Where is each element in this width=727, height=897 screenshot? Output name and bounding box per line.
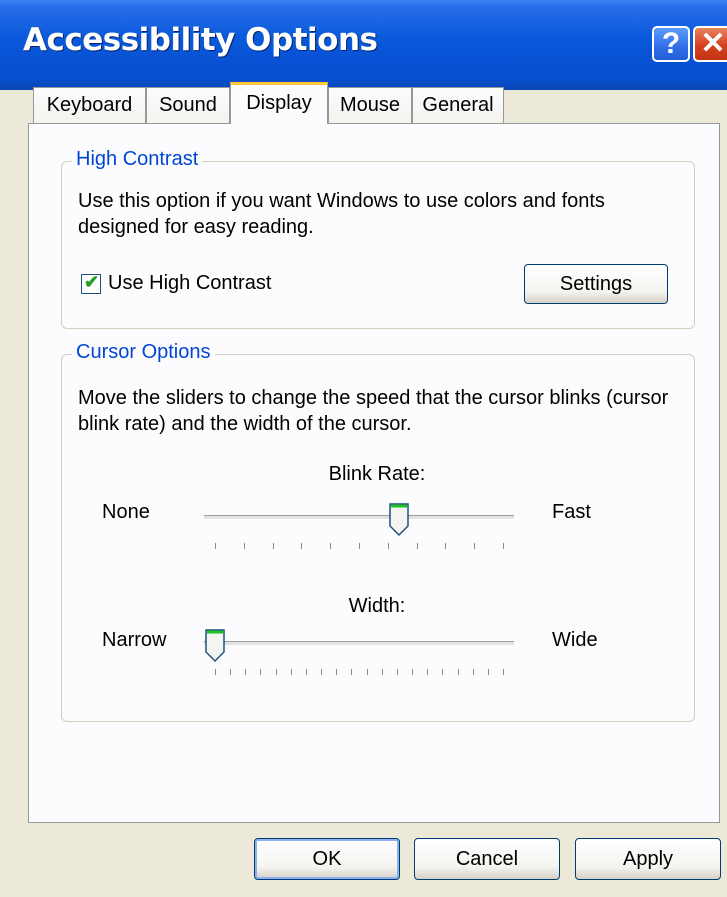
tab-sound-label: Sound — [159, 94, 217, 116]
slider-tick — [230, 669, 232, 675]
slider-tick — [445, 543, 447, 549]
tab-keyboard-label: Keyboard — [46, 94, 133, 116]
slider-tick — [381, 669, 383, 675]
tab-mouse[interactable]: Mouse — [328, 87, 412, 123]
slider-tick — [503, 543, 504, 549]
slider-tick — [215, 669, 216, 675]
slider-tick — [457, 669, 459, 675]
high-contrast-group: High Contrast Use this option if you wan… — [61, 148, 695, 329]
slider-tick — [275, 669, 277, 675]
title-bar[interactable]: Accessibility Options ? ✕ — [0, 0, 727, 90]
slider-tick — [243, 543, 245, 549]
tab-general[interactable]: General — [412, 87, 504, 123]
help-button[interactable]: ? — [652, 26, 690, 62]
slider-thumb-icon[interactable] — [388, 503, 410, 537]
close-icon: ✕ — [700, 27, 726, 60]
slider-tick — [442, 669, 444, 675]
ok-button-label: OK — [312, 848, 342, 870]
cancel-button[interactable]: Cancel — [414, 838, 560, 880]
slider-tick — [260, 669, 262, 675]
slider-tick — [305, 669, 307, 675]
width-slider[interactable] — [204, 629, 514, 681]
tab-general-label: General — [422, 94, 494, 116]
slider-tick — [290, 669, 292, 675]
slider-tick — [215, 543, 216, 549]
window-title: Accessibility Options — [23, 22, 378, 58]
slider-tick — [396, 669, 398, 675]
slider-tick — [387, 543, 389, 549]
cursor-options-group: Cursor Options Move the sliders to chang… — [61, 341, 695, 722]
width-max-label: Wide — [552, 629, 598, 651]
slider-tick — [330, 543, 332, 549]
tab-display-label: Display — [246, 92, 312, 114]
slider-tick — [351, 669, 353, 675]
accessibility-options-window: Accessibility Options ? ✕ Keyboard Sound… — [0, 0, 727, 897]
width-min-label: Narrow — [102, 629, 167, 651]
slider-tick — [245, 669, 247, 675]
cancel-button-label: Cancel — [455, 848, 519, 870]
slider-tick — [359, 543, 360, 549]
slider-tick — [336, 669, 338, 675]
slider-tick — [366, 669, 368, 675]
help-icon: ? — [661, 27, 681, 60]
slider-tick — [416, 543, 418, 549]
slider-tick — [272, 543, 274, 549]
slider-tick — [321, 669, 323, 675]
blink-rate-slider[interactable] — [204, 503, 514, 555]
blink-rate-label: Blink Rate: — [328, 463, 426, 485]
blink-rate-min-label: None — [102, 501, 150, 523]
slider-tick — [301, 543, 303, 549]
tab-display[interactable]: Display — [230, 82, 328, 124]
tab-panel-display: High Contrast Use this option if you wan… — [28, 123, 720, 823]
close-button[interactable]: ✕ — [693, 26, 727, 62]
check-icon: ✔ — [84, 272, 100, 292]
slider-track[interactable] — [204, 515, 514, 520]
settings-button-label: Settings — [559, 273, 633, 295]
use-high-contrast-checkbox[interactable]: ✔ — [81, 272, 101, 294]
apply-button-label: Apply — [622, 848, 674, 870]
tab-mouse-label: Mouse — [339, 94, 401, 116]
high-contrast-legend: High Contrast — [72, 148, 203, 171]
tab-sound[interactable]: Sound — [146, 87, 230, 123]
slider-tick — [503, 669, 504, 675]
slider-tick — [474, 543, 476, 549]
apply-button[interactable]: Apply — [575, 838, 721, 880]
high-contrast-description: Use this option if you want Windows to u… — [78, 190, 605, 238]
width-label: Width: — [348, 595, 406, 617]
settings-button[interactable]: Settings — [524, 264, 668, 304]
slider-thumb-icon[interactable] — [204, 629, 226, 663]
cursor-options-legend: Cursor Options — [72, 341, 215, 364]
tab-keyboard[interactable]: Keyboard — [33, 87, 146, 123]
use-high-contrast-label[interactable]: Use High Contrast — [108, 270, 271, 296]
ok-button[interactable]: OK — [254, 838, 400, 880]
slider-tick — [487, 669, 489, 675]
blink-rate-max-label: Fast — [552, 501, 591, 523]
slider-track[interactable] — [204, 641, 514, 646]
cursor-options-description: Move the sliders to change the speed tha… — [78, 387, 669, 435]
slider-tick — [412, 669, 414, 675]
slider-tick — [427, 669, 429, 675]
slider-tick — [472, 669, 474, 675]
